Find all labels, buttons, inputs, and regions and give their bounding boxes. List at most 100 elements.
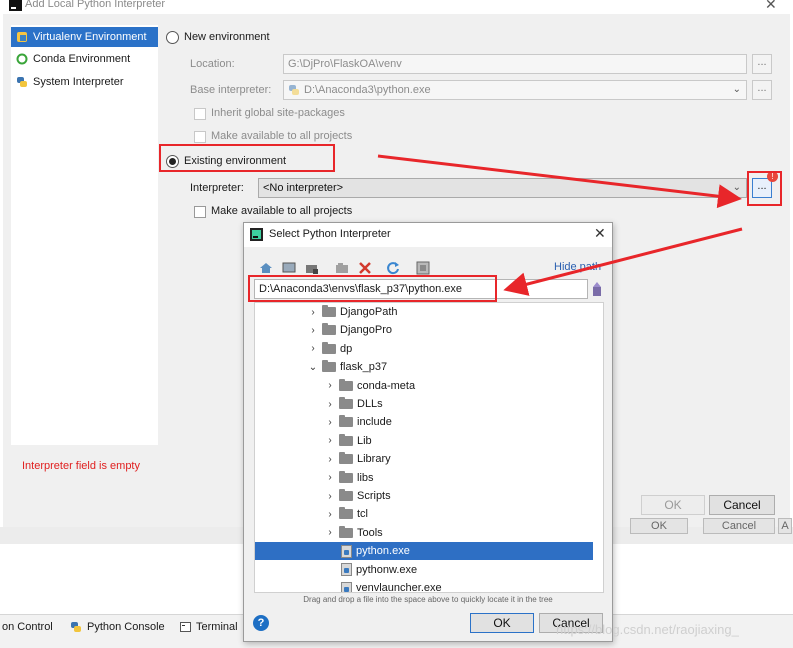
folder-icon [339,378,353,391]
chevron-right-icon[interactable]: › [323,509,337,520]
folder-icon [339,470,353,483]
tree-folder-row[interactable]: › Tools [255,524,593,542]
tool-python-console[interactable]: Python Console [70,621,165,633]
tree-item-label: pythonw.exe [356,563,418,576]
folder-icon [339,507,353,520]
tree-item-label: Lib [357,434,372,447]
tree-folder-row[interactable]: › tcl [255,505,593,523]
base-interpreter-select[interactable]: D:\Anaconda3\python.exe ⌄ [283,80,747,100]
delete-icon[interactable] [357,260,373,276]
base-interpreter-browse-button[interactable]: ... [752,80,772,100]
folder-icon [322,341,336,354]
tree-scrollbar[interactable] [603,303,604,592]
virtualenv-icon [17,32,27,42]
tree-folder-row[interactable]: › Lib [255,432,593,450]
chevron-right-icon[interactable]: › [323,472,337,483]
python-logo-icon [71,622,81,632]
make-available-existing-label: Make available to all projects [211,205,353,217]
python-file-icon [341,563,352,577]
close-icon[interactable]: ✕ [765,0,777,13]
background-ok-button[interactable]: OK [630,518,688,534]
tree-folder-row[interactable]: › include [255,413,593,431]
make-available-checkbox[interactable] [194,131,206,143]
folder-icon [339,489,353,501]
tree-item-label: dp [340,342,353,355]
tree-folder-row[interactable]: › DjangoPro [255,321,593,339]
ok-button[interactable]: OK [641,495,705,515]
show-hidden-icon[interactable] [415,260,431,276]
location-value: G:\DjPro\FlaskOA\venv [288,58,402,70]
tree-folder-row[interactable]: ⌄ flask_p37 [255,358,593,376]
tool-label: Python Console [87,621,165,633]
desktop-icon[interactable] [281,260,297,276]
background-apply-button[interactable]: A [778,518,792,534]
annotation-box-path [248,275,497,302]
list-item-system[interactable]: System Interpreter [11,72,158,92]
refresh-icon[interactable] [385,260,401,276]
tree-file-row[interactable]: pythonw.exe [255,561,593,579]
annotation-box-existing-env [159,144,335,172]
chevron-right-icon[interactable]: › [323,454,337,465]
home-icon[interactable] [258,260,274,276]
interpreter-select[interactable]: <No interpreter> ⌄ [258,178,747,198]
python-file-icon [341,544,352,558]
file-tree[interactable]: › DjangoPath › DjangoPro › dp ⌄ flask_p37 › conda… [254,302,604,593]
list-item-label: Conda Environment [33,53,131,65]
tree-folder-row[interactable]: › conda-meta [255,377,593,395]
chevron-right-icon[interactable]: › [306,307,320,318]
new-folder-icon[interactable] [334,260,350,276]
tool-version-control[interactable]: on Control [2,621,53,633]
list-item-label: Virtualenv Environment [33,31,147,43]
close-icon[interactable]: ✕ [594,225,606,242]
drag-drop-hint: Drag and drop a file into the space abov… [303,595,553,604]
path-history-icon[interactable] [591,281,603,297]
background-cancel-button[interactable]: Cancel [703,518,775,534]
tree-item-label: tcl [357,508,368,521]
chevron-right-icon[interactable]: › [323,417,337,428]
chevron-right-icon[interactable]: › [323,399,337,410]
tree-folder-row[interactable]: › Scripts [255,487,593,505]
tree-item-label: libs [357,471,374,484]
chevron-right-icon[interactable]: › [323,527,337,538]
tree-file-row[interactable]: venvlauncher.exe [255,579,593,593]
chevron-right-icon[interactable]: › [323,491,337,502]
list-item-virtualenv[interactable]: Virtualenv Environment [11,27,158,47]
tree-folder-row[interactable]: › libs [255,469,593,487]
chevron-down-icon: ⌄ [732,182,741,193]
help-icon[interactable]: ? [253,615,269,631]
conda-ring-icon [16,53,28,65]
cancel-button[interactable]: Cancel [709,495,775,515]
inherit-checkbox[interactable] [194,108,206,120]
chevron-down-icon[interactable]: ⌄ [306,362,320,373]
error-message: Interpreter field is empty [22,460,140,472]
tool-terminal[interactable]: Terminal [180,621,238,633]
folder-icon [322,360,336,373]
tree-folder-row[interactable]: › Library [255,450,593,468]
select-ok-button[interactable]: OK [470,613,534,633]
chevron-right-icon[interactable]: › [306,325,320,336]
tree-item-label: Tools [357,526,383,539]
folder-icon [339,452,353,465]
chevron-right-icon[interactable]: › [306,343,320,354]
folder-icon [339,525,353,538]
location-browse-button[interactable]: ... [752,54,772,74]
chevron-right-icon[interactable]: › [323,380,337,391]
tree-folder-row[interactable]: › DLLs [255,395,593,413]
list-item-conda[interactable]: Conda Environment [11,49,158,69]
tree-folder-row[interactable]: › dp [255,340,593,358]
hide-path-link[interactable]: Hide path [554,261,601,273]
make-available-existing-checkbox[interactable] [194,206,206,218]
list-item-label: System Interpreter [33,76,124,88]
folder-icon [322,305,336,317]
tree-file-row[interactable]: python.exe [255,542,593,561]
location-field[interactable]: G:\DjPro\FlaskOA\venv [283,54,747,74]
folder-icon [322,323,336,336]
tree-item-label: venvlauncher.exe [356,582,442,593]
tree-folder-row[interactable]: › DjangoPath [255,303,593,321]
chevron-right-icon[interactable]: › [323,435,337,446]
tree-item-label: DjangoPath [340,306,398,318]
select-dialog-title: Select Python Interpreter [269,228,391,240]
new-environment-radio[interactable] [166,31,179,44]
tree-item-label: conda-meta [357,379,416,392]
project-folder-icon[interactable] [304,260,320,276]
